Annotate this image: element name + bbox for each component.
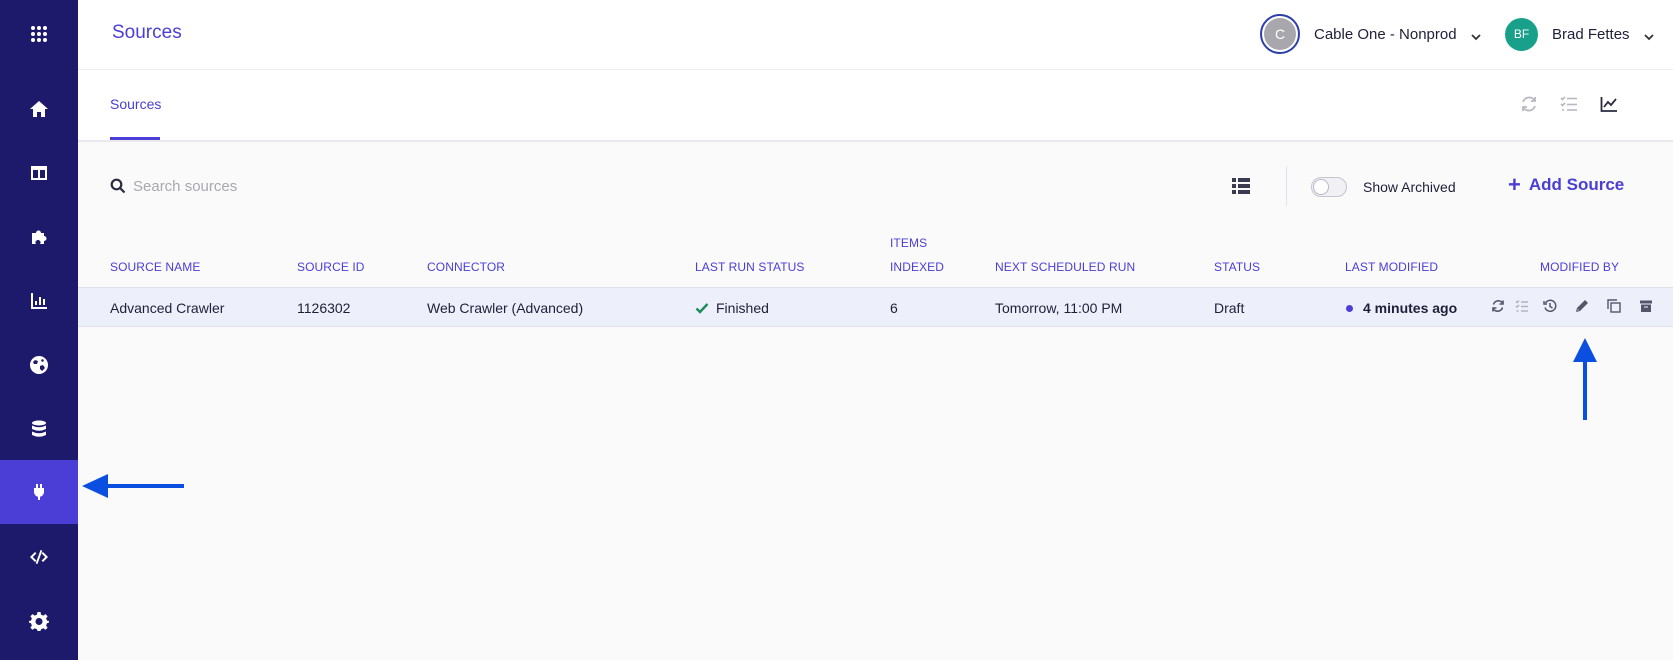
tab-bar: Sources [78,70,1673,142]
sidebar-item-home[interactable] [0,77,78,141]
checkmark-icon [695,303,709,314]
sidebar-item-settings[interactable] [0,589,78,653]
column-header-next-scheduled-run[interactable]: NEXT SCHEDULED RUN [995,260,1135,274]
annotation-arrow-up [1573,338,1597,420]
organization-avatar-initial: C [1264,18,1296,50]
refresh-icon [1522,96,1536,112]
archive-button[interactable] [1639,299,1655,315]
add-source-label: Add Source [1528,175,1625,194]
code-icon [30,550,48,564]
sidebar-item-analytics[interactable] [0,269,78,333]
search-input[interactable] [133,172,533,200]
toggle-knob [1313,179,1329,195]
app-root: Sources C Cable One - Nonprod BF Brad Fe… [0,0,1673,660]
plus-icon: + [1508,172,1521,197]
modified-indicator-dot [1346,305,1353,312]
globe-icon [30,356,49,374]
apps-menu-button[interactable] [0,2,78,66]
user-menu[interactable]: BF Brad Fettes [1505,17,1654,51]
sidebar [0,0,78,660]
sidebar-item-extensions[interactable] [0,205,78,269]
home-icon [30,101,48,117]
organization-switcher[interactable]: C Cable One - Nonprod [1260,14,1481,54]
toolbar-divider [1286,166,1287,206]
column-header-connector[interactable]: CONNECTOR [427,260,505,274]
chevron-down-icon [1470,29,1481,41]
column-header-items-indexed-line2[interactable]: INDEXED [890,260,944,274]
history-icon [1543,299,1557,313]
refresh-icon [1492,300,1504,312]
top-header: Sources C Cable One - Nonprod BF Brad Fe… [78,0,1673,70]
analytics-button[interactable] [1600,95,1620,115]
rescan-button[interactable] [1491,299,1507,315]
puzzle-icon [32,230,47,244]
cell-source-id: 1126302 [297,300,351,316]
activity-log-button[interactable] [1560,95,1580,115]
checklist-icon [1560,96,1577,111]
column-header-last-run-status[interactable]: LAST RUN STATUS [695,260,805,274]
refresh-all-button[interactable] [1520,95,1540,115]
search-icon [110,178,126,194]
gear-icon [29,612,49,631]
activity-log-button[interactable] [1515,299,1531,315]
cell-items-indexed: 6 [890,300,898,316]
sidebar-item-developer[interactable] [0,525,78,589]
tab-sources[interactable]: Sources [110,96,161,112]
user-avatar: BF [1505,17,1538,51]
plug-icon [34,484,44,500]
cell-last-modified: 4 minutes ago [1363,300,1458,316]
show-archived-toggle[interactable] [1311,177,1347,197]
edit-button[interactable] [1575,299,1591,315]
column-header-status[interactable]: STATUS [1214,260,1260,274]
bar-chart-icon [31,293,47,309]
page-title: Sources [112,22,182,43]
table-icon [31,166,47,180]
sidebar-item-content[interactable] [0,141,78,205]
column-header-items-indexed-line1[interactable]: ITEMS [890,236,927,250]
duplicate-button[interactable] [1607,299,1623,315]
apps-grid-icon [31,26,47,42]
organization-name: Cable One - Nonprod [1314,25,1457,43]
column-header-source-id[interactable]: SOURCE ID [297,260,365,274]
column-header-source-name[interactable]: SOURCE NAME [110,260,200,274]
add-source-button[interactable]: + Add Source [1508,174,1624,196]
user-name: Brad Fettes [1552,25,1630,43]
cell-last-run-status: Finished [716,300,769,316]
database-icon [32,420,46,437]
active-tab-indicator [110,137,160,140]
sidebar-item-data[interactable] [0,397,78,461]
checklist-icon [1515,300,1528,312]
chevron-down-icon [1643,29,1654,41]
list-view-icon[interactable] [1232,177,1250,195]
copy-icon [1607,299,1621,313]
column-header-last-modified[interactable]: LAST MODIFIED [1345,260,1438,274]
cell-source-name[interactable]: Advanced Crawler [110,300,224,316]
annotation-arrow-left [82,474,184,498]
column-header-modified-by[interactable]: MODIFIED BY [1540,260,1619,274]
table-row[interactable]: Advanced Crawler 1126302 Web Crawler (Ad… [78,287,1673,327]
sidebar-item-search-pages[interactable] [0,333,78,397]
archive-icon [1640,300,1652,312]
show-archived-label: Show Archived [1363,179,1456,195]
organization-avatar: C [1260,14,1300,54]
pencil-icon [1576,300,1588,312]
sidebar-item-sources[interactable] [0,460,78,524]
line-chart-icon [1600,97,1617,112]
cell-next-scheduled-run: Tomorrow, 11:00 PM [995,300,1123,316]
history-button[interactable] [1543,299,1559,315]
cell-connector: Web Crawler (Advanced) [427,300,584,316]
cell-status: Draft [1214,300,1245,316]
